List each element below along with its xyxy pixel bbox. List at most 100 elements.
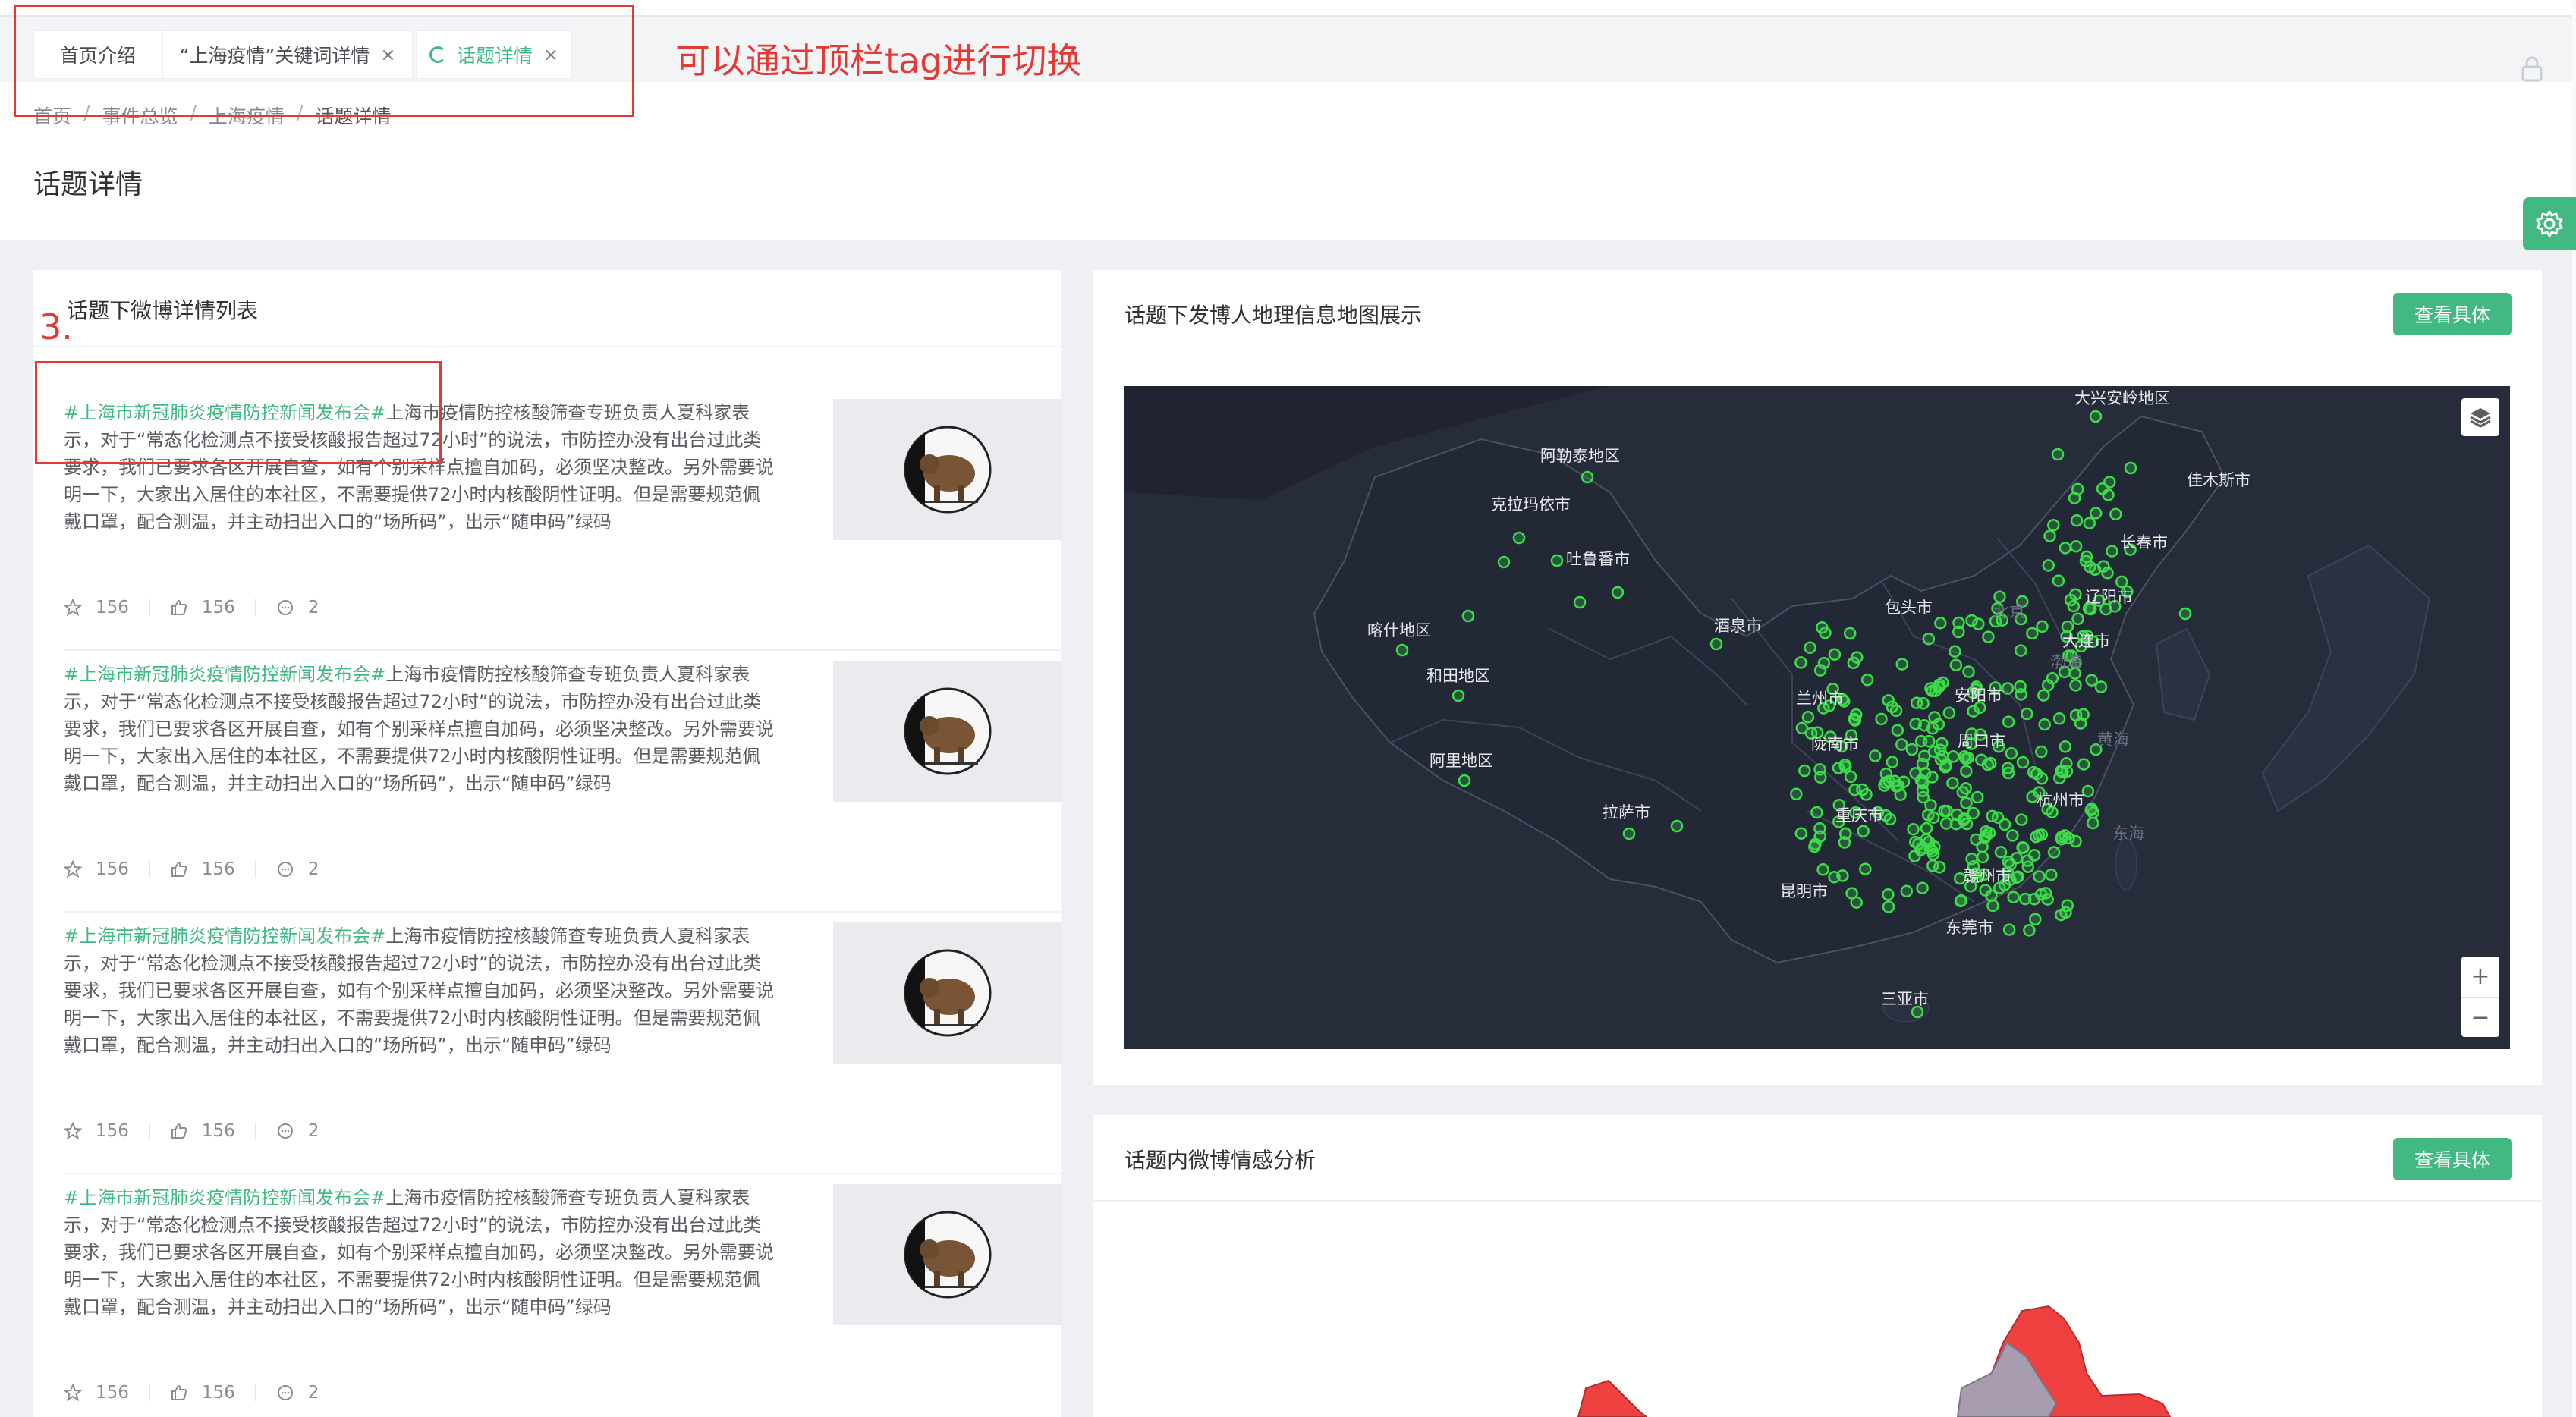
- location-marker: [1859, 862, 1872, 875]
- location-marker: [1905, 743, 1919, 756]
- location-marker: [1928, 840, 1941, 853]
- map-label: 吐鲁番市: [1566, 550, 1630, 568]
- location-marker: [2080, 550, 2093, 564]
- weibo-stats: 156 156 2: [64, 1383, 319, 1403]
- weibo-hashtag[interactable]: #上海市新冠肺炎疫情防控新闻发布会#: [64, 1187, 385, 1208]
- location-marker: [2055, 765, 2068, 778]
- comment-icon: [277, 1123, 293, 1139]
- favorite-count: 156: [96, 598, 129, 617]
- card-divider: [33, 346, 1061, 347]
- china-map[interactable]: 大兴安岭地区 阿勒泰地区 克拉玛依市 吐鲁番市 喀什地区 和田地区 阿里地区 拉…: [1124, 386, 2510, 1049]
- location-marker: [2010, 851, 2024, 865]
- list-item[interactable]: #上海市新冠肺炎疫情防控新闻发布会#上海市疫情防控核酸筛查专班负责人夏科家表示，…: [64, 1184, 1065, 1417]
- map-label: 和田地区: [1426, 667, 1490, 685]
- location-marker: [2069, 539, 2083, 553]
- location-marker: [2005, 746, 2018, 760]
- like-count: 156: [201, 1383, 235, 1403]
- location-marker: [1936, 676, 1949, 690]
- map-label: 昆明市: [1780, 882, 1828, 900]
- view-details-button[interactable]: 查看具体: [2393, 293, 2512, 335]
- location-marker: [1808, 840, 1821, 853]
- list-item[interactable]: #上海市新冠肺炎疫情防控新闻发布会#上海市疫情防控核酸筛查专班负责人夏科家表示，…: [64, 661, 1065, 913]
- like-action[interactable]: 156: [170, 859, 235, 879]
- location-marker: [2023, 924, 2036, 937]
- favorite-count: 156: [96, 1121, 129, 1141]
- location-marker: [1611, 586, 1625, 599]
- favorite-action[interactable]: 156: [64, 859, 129, 879]
- location-marker: [2070, 514, 2084, 527]
- location-marker: [2069, 834, 2082, 848]
- location-marker: [2055, 830, 2068, 844]
- location-marker: [2097, 560, 2110, 573]
- location-marker: [2083, 517, 2096, 529]
- item-divider: [64, 649, 1062, 651]
- location-marker: [1921, 809, 1935, 822]
- location-marker: [1934, 617, 1947, 630]
- location-marker: [2087, 816, 2099, 830]
- location-marker: [1801, 711, 1815, 724]
- stat-divider: [148, 1123, 150, 1139]
- weibo-thumbnail[interactable]: [833, 922, 1062, 1064]
- like-action[interactable]: 156: [170, 598, 235, 617]
- location-marker: [2077, 708, 2090, 721]
- location-marker: [1882, 694, 1895, 707]
- map-label: 安阳市: [1955, 687, 2002, 705]
- map-label: 兰州市: [1796, 690, 1844, 708]
- weibo-hashtag[interactable]: #上海市新冠肺炎疫情防控新闻发布会#: [64, 925, 385, 947]
- annotation-box-hashtag: [35, 361, 442, 464]
- weibo-thumbnail[interactable]: [833, 399, 1062, 540]
- location-marker: [1920, 822, 1933, 835]
- stat-divider: [254, 861, 256, 878]
- location-marker: [2085, 803, 2098, 815]
- location-marker: [1939, 817, 1953, 830]
- map-label: 东莞市: [1945, 919, 1993, 937]
- location-marker: [2178, 607, 2192, 621]
- comment-action[interactable]: 2: [276, 859, 319, 879]
- map-label: 酒泉市: [1714, 617, 1762, 635]
- geo-map-card: 话题下发博人地理信息地图展示 查看具体 大兴安岭地区 阿勒泰地区 克拉玛依市 吐…: [1093, 270, 2542, 1085]
- location-marker: [1892, 779, 1905, 792]
- map-label: 克拉玛依市: [1491, 495, 1571, 514]
- gear-icon: [2536, 210, 2563, 237]
- location-marker: [2069, 588, 2082, 601]
- comment-action[interactable]: 2: [276, 598, 319, 617]
- location-marker: [1860, 673, 1874, 687]
- location-marker: [1581, 470, 1594, 484]
- comment-count: 2: [307, 1121, 319, 1141]
- like-action[interactable]: 156: [170, 1383, 235, 1403]
- location-marker: [1891, 724, 1904, 737]
- map-label: 东海: [2112, 825, 2144, 843]
- location-marker: [2043, 529, 2056, 542]
- location-marker: [1836, 869, 1849, 882]
- zoom-out-button[interactable]: −: [2461, 998, 2499, 1038]
- map-label: 陇南市: [1811, 735, 1859, 753]
- lock-icon[interactable]: [2521, 56, 2543, 82]
- location-marker: [1975, 753, 1988, 767]
- thumbs-up-icon: [171, 599, 187, 615]
- location-marker: [1851, 651, 1864, 664]
- like-action[interactable]: 156: [170, 1121, 235, 1141]
- weibo-thumbnail[interactable]: [833, 661, 1062, 802]
- settings-button[interactable]: [2523, 197, 2576, 250]
- weibo-hashtag[interactable]: #上海市新冠肺炎疫情防控新闻发布会#: [64, 664, 385, 685]
- bear-image: [904, 426, 992, 514]
- location-marker: [1883, 812, 1897, 826]
- map-label: 大兴安岭地区: [2074, 389, 2170, 407]
- location-marker: [2067, 599, 2081, 613]
- comment-action[interactable]: 2: [276, 1383, 319, 1403]
- location-marker: [1938, 804, 1951, 818]
- stat-divider: [148, 599, 150, 616]
- comment-action[interactable]: 2: [276, 1121, 319, 1141]
- zoom-in-button[interactable]: +: [2461, 957, 2499, 997]
- layers-button[interactable]: [2461, 398, 2499, 436]
- location-marker: [1916, 881, 1929, 894]
- favorite-action[interactable]: 156: [64, 598, 129, 617]
- location-marker: [1926, 771, 1939, 784]
- like-count: 156: [201, 1121, 235, 1141]
- list-item[interactable]: #上海市新冠肺炎疫情防控新闻发布会#上海市疫情防控核酸筛查专班负责人夏科家表示，…: [64, 922, 1065, 1174]
- weibo-thumbnail[interactable]: [833, 1184, 1062, 1325]
- location-marker: [2002, 923, 2016, 936]
- comment-count: 2: [307, 598, 319, 617]
- favorite-action[interactable]: 156: [64, 1383, 129, 1403]
- favorite-action[interactable]: 156: [64, 1121, 129, 1141]
